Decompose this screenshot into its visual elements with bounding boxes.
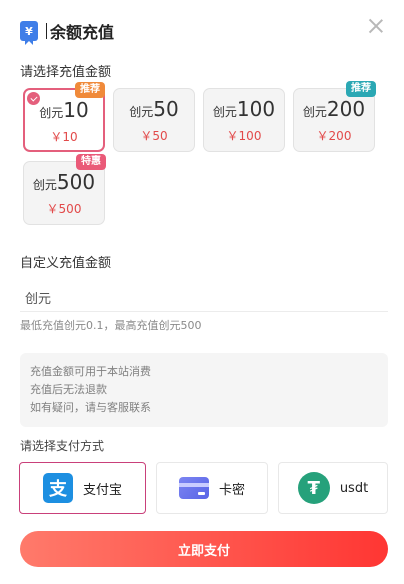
amount-price: ￥100 [226,129,262,143]
amount-unit: 创元 [39,106,64,120]
amount-section-label: 请选择充值金额 [20,65,112,80]
payment-label: 卡密 [218,482,245,498]
amount-option-500[interactable]: 特惠 创元 500 ￥500 [23,154,106,225]
custom-amount-input[interactable] [20,288,388,312]
amount-unit: 创元 [129,105,154,119]
payment-option-alipay[interactable]: 支 支付宝 [19,462,146,514]
amount-option-50[interactable]: 创元 50 ￥50 [113,88,195,152]
usdt-icon: ₮ [297,472,330,504]
card-icon [178,477,209,499]
amount-price: ￥200 [316,129,352,143]
amount-value: 500 [56,170,96,194]
dialog-header: ¥ 余额充值 [20,20,115,45]
amount-value: 50 [153,97,179,121]
recommend-badge: 推荐 [346,81,376,97]
notice-line: 充值后无法退款 [30,383,107,396]
amount-unit: 创元 [32,178,57,192]
notice-box: 充值金额可用于本站消费 充值后无法退款 如有疑问，请与客服联系 [20,353,388,427]
amount-option-100[interactable]: 创元 100 ￥100 [203,88,285,152]
recharge-dialog: ¥ 余额充值 请选择充值金额 推荐 创元 10 ￥10 创元 50 ￥50 创元… [0,0,404,584]
amount-price: ￥500 [46,202,82,216]
amount-option-200[interactable]: 推荐 创元 200 ￥200 [293,81,376,152]
amount-option-10[interactable]: 推荐 创元 10 ￥10 [23,82,105,152]
payment-label: usdt [339,480,369,496]
recommend-badge: 推荐 [75,82,105,98]
amount-unit: 创元 [302,105,327,119]
alipay-icon: 支 [42,473,73,503]
payment-option-usdt[interactable]: ₮ usdt [278,462,388,514]
discount-badge: 特惠 [76,154,106,170]
dialog-title: 余额充值 [50,23,115,42]
amount-value: 200 [326,97,366,121]
text-caret [46,23,47,39]
payment-label: 支付宝 [82,482,122,498]
amount-unit: 创元 [212,105,237,119]
amount-value: 10 [63,98,89,122]
amount-limit-hint: 最低充值创元0.1，最高充值创元500 [20,319,202,332]
custom-amount-label: 自定义充值金额 [20,256,112,271]
notice-line: 充值金额可用于本站消费 [30,365,151,378]
pay-now-button[interactable]: 立即支付 [20,531,388,567]
wallet-icon: ¥ [20,21,38,45]
amount-price: ￥50 [140,129,168,143]
notice-line: 如有疑问，请与客服联系 [30,401,151,414]
close-icon[interactable] [366,16,386,36]
amount-value: 100 [236,97,276,121]
payment-section-label: 请选择支付方式 [20,439,105,453]
payment-option-card[interactable]: 卡密 [156,462,268,514]
amount-price: ￥10 [50,130,78,144]
